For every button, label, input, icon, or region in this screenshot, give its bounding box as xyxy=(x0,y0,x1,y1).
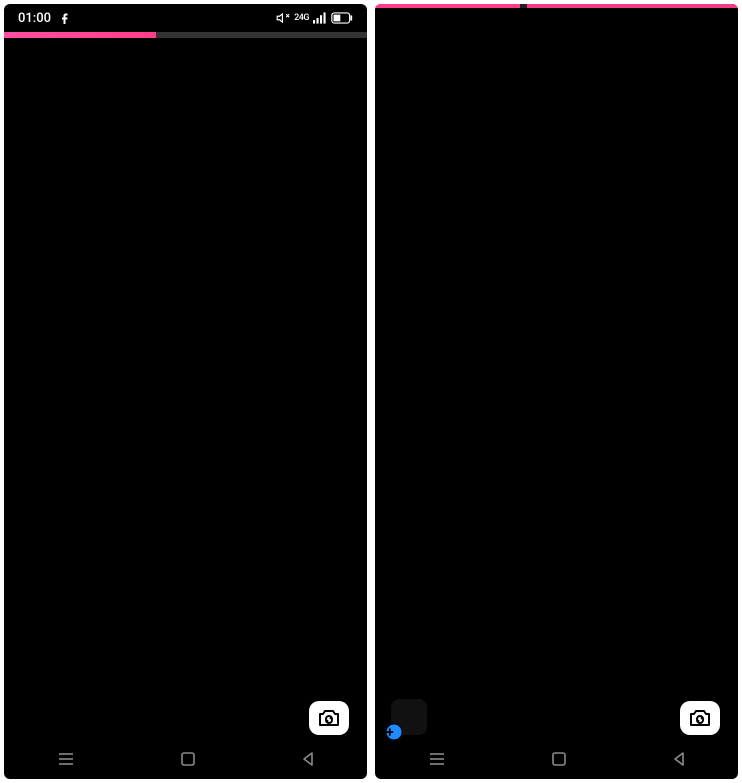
status-bar: 01:00 24G xyxy=(4,4,367,32)
network-icon: 24G xyxy=(294,13,309,23)
screen-speed-picker: .3× .5× 1× 2× 3× ‹ xyxy=(375,4,738,779)
switch-camera-button[interactable] xyxy=(680,701,720,735)
android-nav-bar xyxy=(375,739,738,779)
signal-icon xyxy=(313,12,327,24)
recording-progress xyxy=(4,32,367,38)
clip-progress xyxy=(375,4,738,8)
recent-apps-icon[interactable] xyxy=(428,750,446,768)
home-icon[interactable] xyxy=(180,751,196,767)
back-icon[interactable] xyxy=(301,751,315,767)
recent-apps-icon[interactable] xyxy=(57,750,75,768)
switch-camera-button[interactable] xyxy=(309,701,349,735)
facebook-icon xyxy=(59,12,71,24)
screen-recording: 01:00 24G 0:09 xyxy=(4,4,367,779)
status-time: 01:00 xyxy=(18,11,51,26)
plus-icon: + xyxy=(386,725,394,741)
back-icon[interactable] xyxy=(672,751,686,767)
android-nav-bar xyxy=(4,739,367,779)
battery-icon xyxy=(331,12,353,24)
gallery-add-button[interactable] xyxy=(391,699,427,735)
home-icon[interactable] xyxy=(551,751,567,767)
mute-icon xyxy=(276,11,290,25)
